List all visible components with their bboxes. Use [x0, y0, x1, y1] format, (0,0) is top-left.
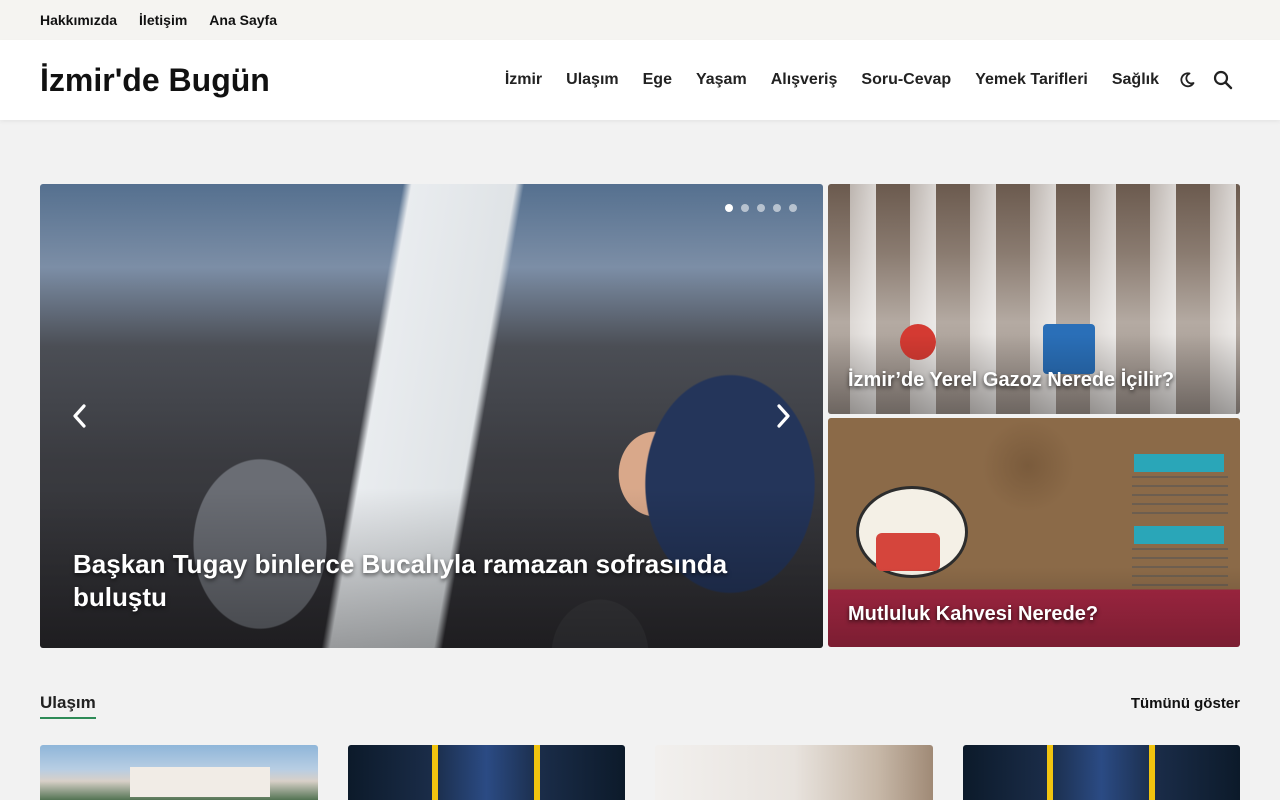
- article-thumbnail[interactable]: [40, 745, 318, 800]
- chevron-left-icon[interactable]: [67, 403, 93, 429]
- slider-caption[interactable]: Başkan Tugay binlerce Bucalıyla ramazan …: [73, 548, 773, 614]
- side-card-title[interactable]: İzmir’de Yerel Gazoz Nerede İçilir?: [848, 368, 1174, 392]
- slider-dot[interactable]: [789, 204, 797, 212]
- slider-dot[interactable]: [757, 204, 765, 212]
- poster-label-block: [1134, 454, 1224, 472]
- top-bar: Hakkımızda İletişim Ana Sayfa: [0, 0, 1280, 40]
- topbar-link-contact[interactable]: İletişim: [139, 12, 187, 28]
- side-card-mutluluk-kahvesi[interactable]: Mutluluk Kahvesi Nerede?: [828, 418, 1240, 647]
- handrail-pole: [1149, 745, 1155, 800]
- coffee-cup-flowers: [876, 533, 940, 571]
- section-title: Ulaşım: [40, 693, 96, 712]
- handrail-pole: [1047, 745, 1053, 800]
- article-thumbnail[interactable]: [655, 745, 933, 800]
- chevron-right-icon[interactable]: [770, 403, 796, 429]
- handrail-pole: [432, 745, 438, 800]
- nav-item-soru-cevap[interactable]: Soru-Cevap: [861, 71, 951, 89]
- side-card-gazoz[interactable]: İzmir’de Yerel Gazoz Nerede İçilir?: [828, 184, 1240, 414]
- show-all-link[interactable]: Tümünü göster: [1131, 695, 1240, 712]
- article-thumbnail[interactable]: [348, 745, 625, 800]
- nav-item-ulasim[interactable]: Ulaşım: [566, 71, 618, 89]
- site-header: İzmir'de Bugün İzmir Ulaşım Ege Yaşam Al…: [0, 40, 1280, 120]
- poster-text-lines: [1132, 476, 1228, 516]
- nav-item-yasam[interactable]: Yaşam: [696, 71, 747, 89]
- handrail-pole: [534, 745, 540, 800]
- search-icon[interactable]: [1212, 69, 1234, 91]
- article-thumbnail[interactable]: [963, 745, 1240, 800]
- topbar-link-home[interactable]: Ana Sayfa: [209, 12, 277, 28]
- moon-icon[interactable]: [1176, 69, 1198, 91]
- site-title[interactable]: İzmir'de Bugün: [40, 60, 270, 100]
- side-card-title[interactable]: Mutluluk Kahvesi Nerede?: [848, 602, 1098, 626]
- slider-dot[interactable]: [741, 204, 749, 212]
- slider-dots: [725, 204, 797, 212]
- main-nav: İzmir Ulaşım Ege Yaşam Alışveriş Soru-Ce…: [505, 40, 1159, 120]
- poster-label-block: [1134, 526, 1224, 544]
- slider-dot[interactable]: [725, 204, 733, 212]
- nav-item-yemek-tarifleri[interactable]: Yemek Tarifleri: [975, 71, 1088, 89]
- topbar-link-about[interactable]: Hakkımızda: [40, 12, 117, 28]
- nav-item-alisveris[interactable]: Alışveriş: [771, 71, 838, 89]
- building-facade: [130, 767, 270, 797]
- featured-slider[interactable]: Başkan Tugay binlerce Bucalıyla ramazan …: [40, 184, 823, 648]
- nav-item-ege[interactable]: Ege: [643, 71, 672, 89]
- nav-item-saglik[interactable]: Sağlık: [1112, 71, 1159, 89]
- slider-dot[interactable]: [773, 204, 781, 212]
- section-underline: [40, 717, 96, 719]
- nav-item-izmir[interactable]: İzmir: [505, 71, 542, 89]
